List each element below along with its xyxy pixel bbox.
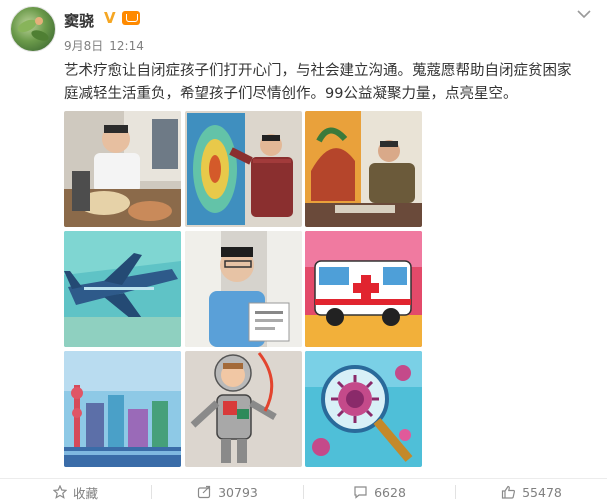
image-tile-8[interactable] [184, 351, 302, 467]
favorite-button[interactable]: 收藏 [0, 480, 151, 504]
painting-airplane [64, 231, 181, 347]
photo-man-painting-table [305, 111, 422, 227]
footer-divider [0, 478, 607, 479]
image-grid [64, 111, 422, 468]
comment-icon [353, 485, 368, 499]
username[interactable]: 窦骁 [64, 10, 94, 31]
action-bar: 收藏 30793 6628 55478 [0, 480, 607, 504]
photo-man-with-paintings [64, 111, 181, 227]
painting-ambulance [305, 231, 422, 347]
repost-button[interactable]: 30793 [152, 480, 303, 504]
repost-icon [197, 485, 212, 499]
painting-astronaut [184, 351, 302, 467]
image-tile-2[interactable] [184, 111, 302, 227]
image-tile-5[interactable] [184, 231, 302, 347]
image-tile-7[interactable] [64, 351, 181, 467]
photo-man-painting-canvas [184, 111, 302, 227]
post-time[interactable]: 12:14 [109, 39, 144, 53]
post-meta: 9月8日 12:14 [64, 37, 150, 54]
weibo-post-card: 窦骁 V 9月8日 12:14 艺术疗愈让自闭症孩子们打开心门，与社会建立沟通。蒐… [0, 0, 607, 504]
verified-icon: V [104, 9, 116, 27]
painting-virus-magnifier [305, 351, 422, 467]
more-options-chevron-icon[interactable] [576, 8, 592, 20]
image-tile-9[interactable] [305, 351, 422, 467]
image-tile-3[interactable] [305, 111, 422, 227]
image-tile-1[interactable] [64, 111, 181, 227]
image-tile-6[interactable] [305, 231, 422, 347]
favorite-label: 收藏 [72, 485, 98, 501]
like-count: 55478 [522, 484, 562, 500]
post-date[interactable]: 9月8日 [64, 39, 103, 53]
like-button[interactable]: 55478 [456, 480, 607, 504]
member-badge-icon[interactable] [122, 11, 140, 25]
post-text: 艺术疗愈让自闭症孩子们打开心门，与社会建立沟通。蒐蔻愿帮助自闭症贫困家庭减轻生活… [64, 63, 572, 102]
avatar[interactable] [10, 6, 56, 52]
image-tile-4[interactable] [64, 231, 181, 347]
painting-city-skyline [64, 351, 181, 467]
repost-count: 30793 [218, 484, 258, 500]
thumbs-up-icon [501, 485, 516, 499]
star-icon [52, 485, 67, 499]
photo-boy-with-certificate [184, 231, 302, 347]
comment-count: 6628 [374, 484, 406, 500]
comment-button[interactable]: 6628 [304, 480, 455, 504]
